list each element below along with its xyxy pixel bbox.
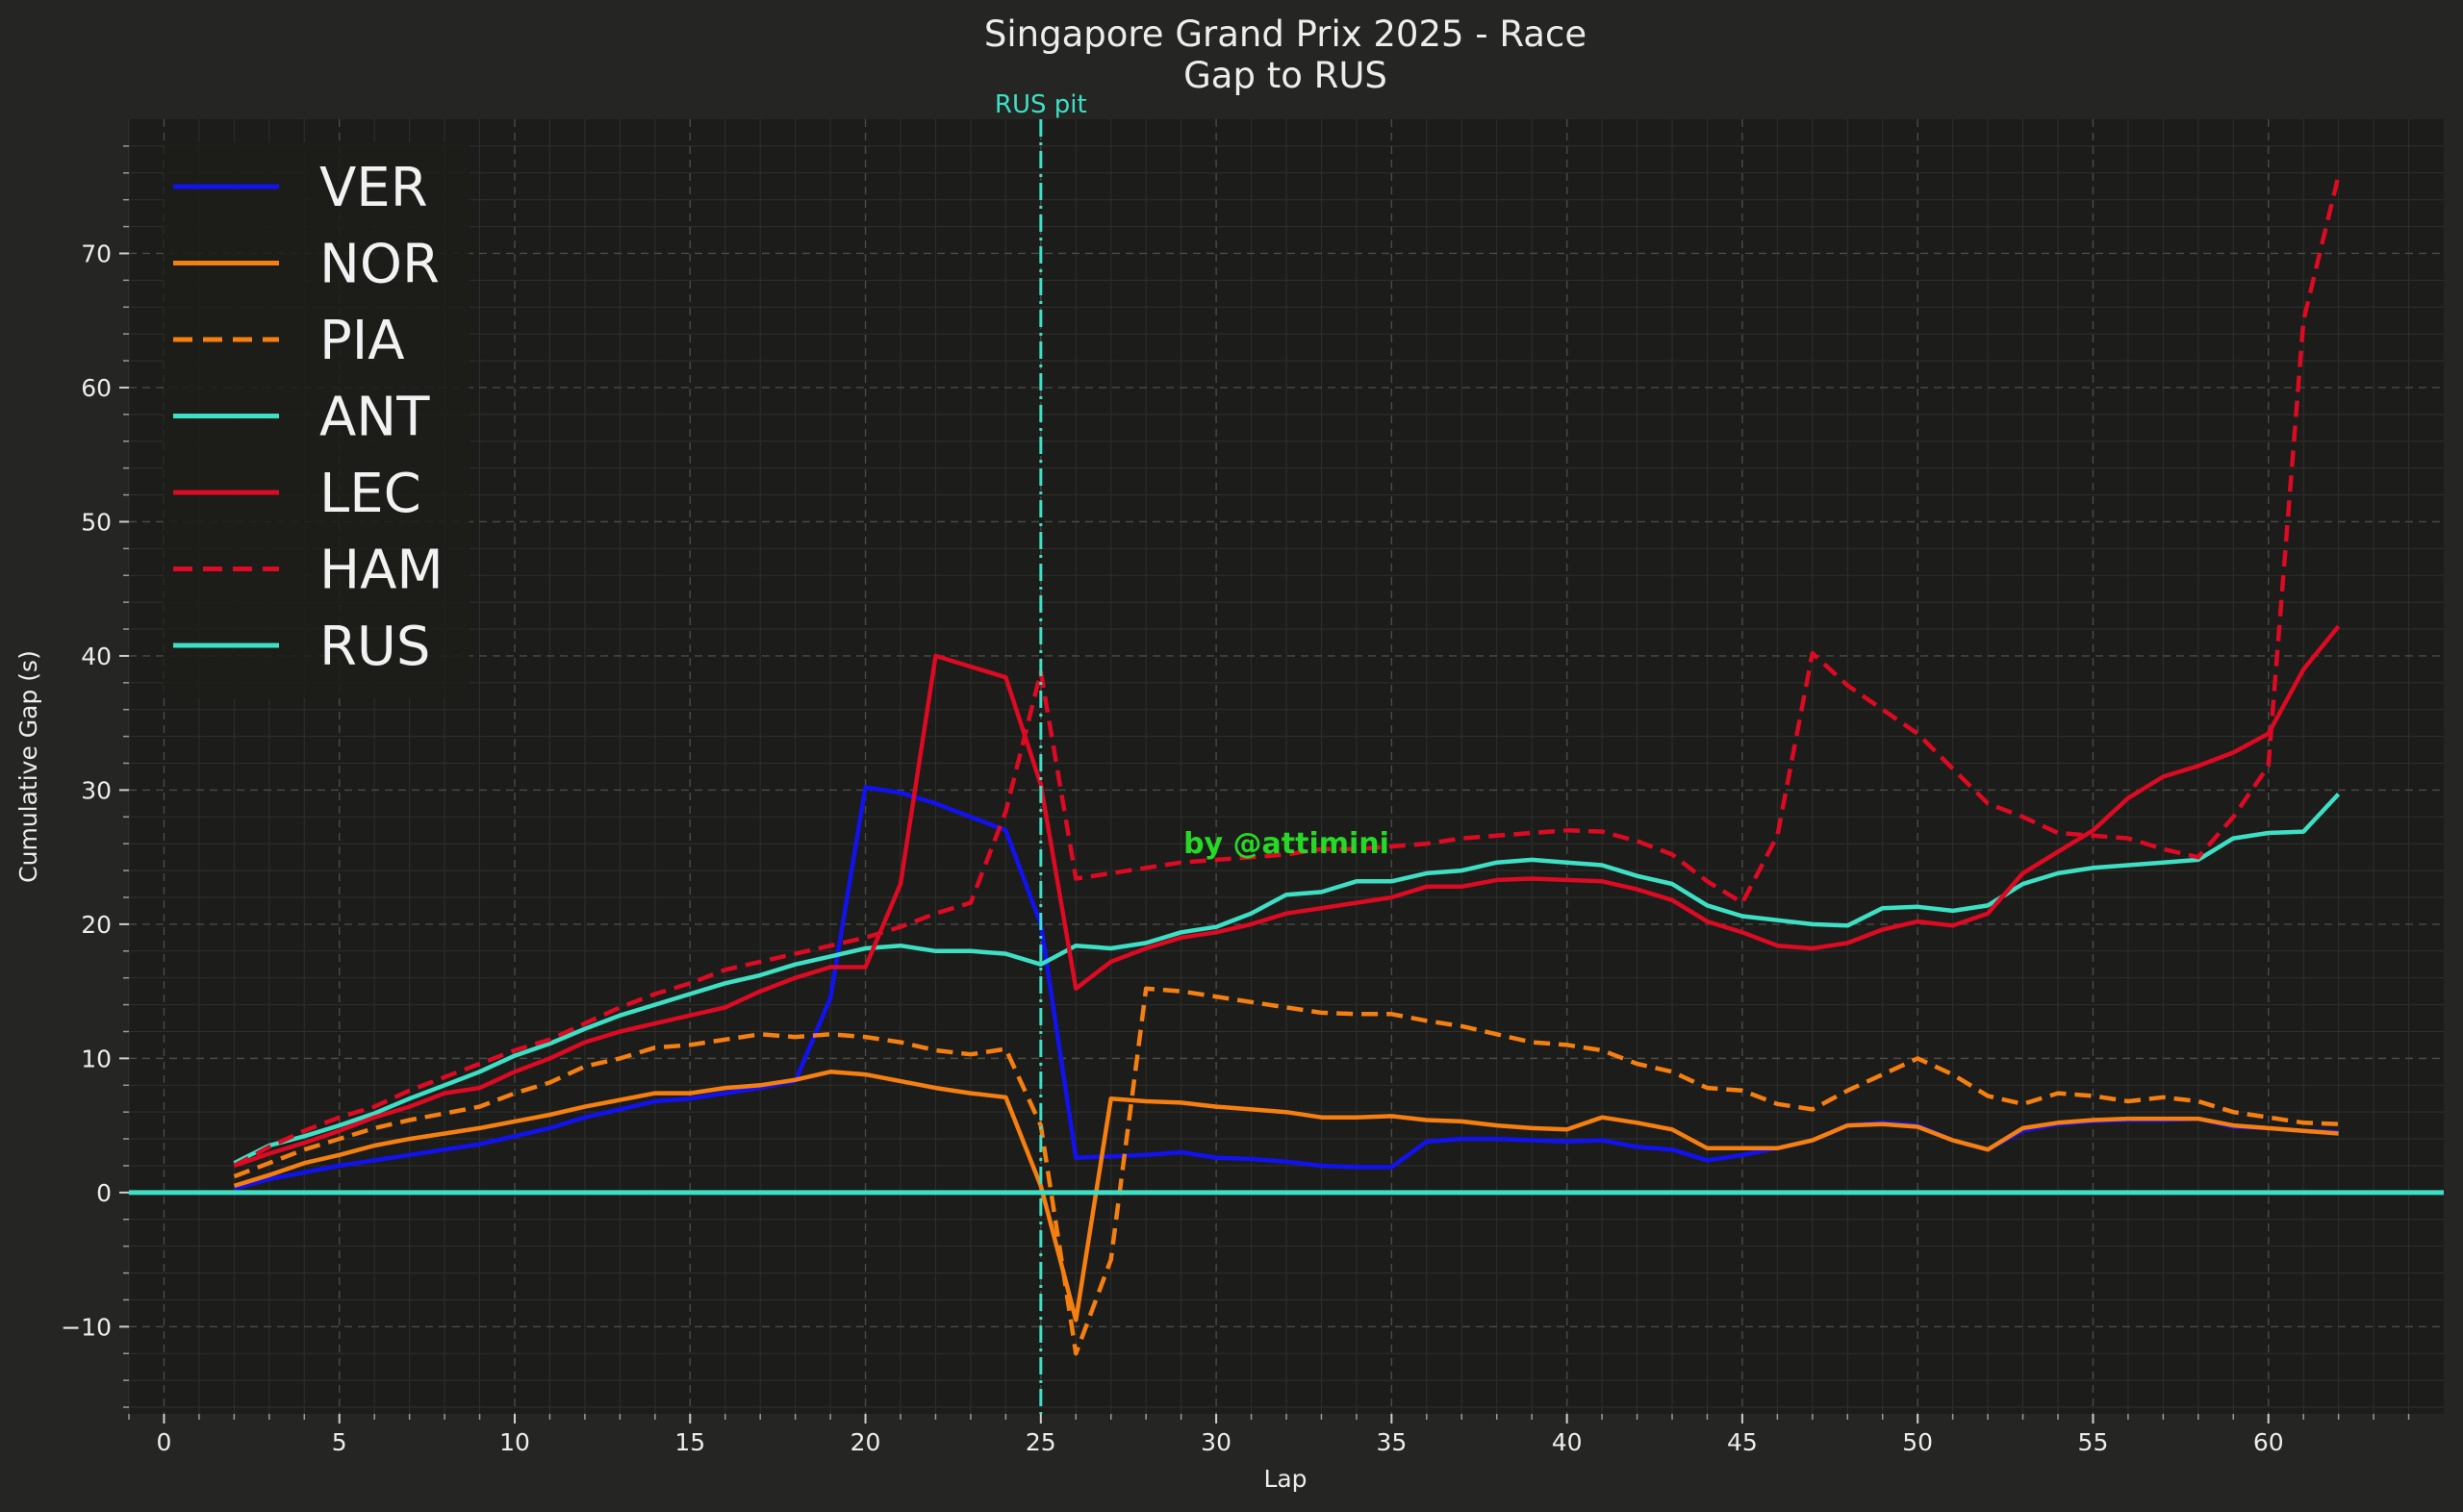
legend-label-lec: LEC [319,463,421,525]
x-tick-label: 35 [1376,1428,1407,1456]
x-axis-label: Lap [1263,1465,1307,1493]
y-tick-label: 60 [81,374,112,402]
gap-chart: Singapore Grand Prix 2025 - Race Gap to … [0,0,2463,1512]
y-tick-label: 10 [81,1045,112,1072]
legend-label-nor: NOR [319,234,440,296]
x-tick-label: 5 [332,1428,347,1456]
legend: VER NOR PIA ANT LEC HAM RUS [164,142,470,698]
legend-label-ant: ANT [319,387,430,449]
y-tick-label: 40 [81,643,112,670]
y-tick-label: −10 [61,1313,112,1341]
x-tick-label: 45 [1727,1428,1758,1456]
y-tick-label: 0 [96,1179,112,1207]
chart-title: Singapore Grand Prix 2025 - Race [984,13,1587,55]
x-tick-label: 55 [2078,1428,2109,1456]
x-tick-label: 15 [674,1428,705,1456]
legend-label-rus: RUS [319,616,430,678]
credit-watermark: by @attimini [1183,827,1389,861]
x-tick-label: 0 [157,1428,172,1456]
pit-label: RUS pit [995,90,1087,119]
y-tick-label: 20 [81,911,112,939]
x-tick-label: 30 [1201,1428,1232,1456]
legend-label-ver: VER [319,157,428,219]
chart-subtitle: Gap to RUS [1183,55,1387,96]
x-tick-label: 40 [1552,1428,1583,1456]
x-tick-label: 60 [2253,1428,2284,1456]
y-tick-label: 70 [81,239,112,267]
legend-label-ham: HAM [319,540,444,602]
x-tick-label: 20 [851,1428,881,1456]
y-tick-label: 50 [81,508,112,536]
x-tick-label: 25 [1026,1428,1056,1456]
legend-label-pia: PIA [319,310,405,372]
x-tick-label: 50 [1902,1428,1933,1456]
y-axis-label: Cumulative Gap (s) [14,650,42,883]
x-tick-label: 10 [499,1428,530,1456]
y-tick-label: 30 [81,776,112,804]
